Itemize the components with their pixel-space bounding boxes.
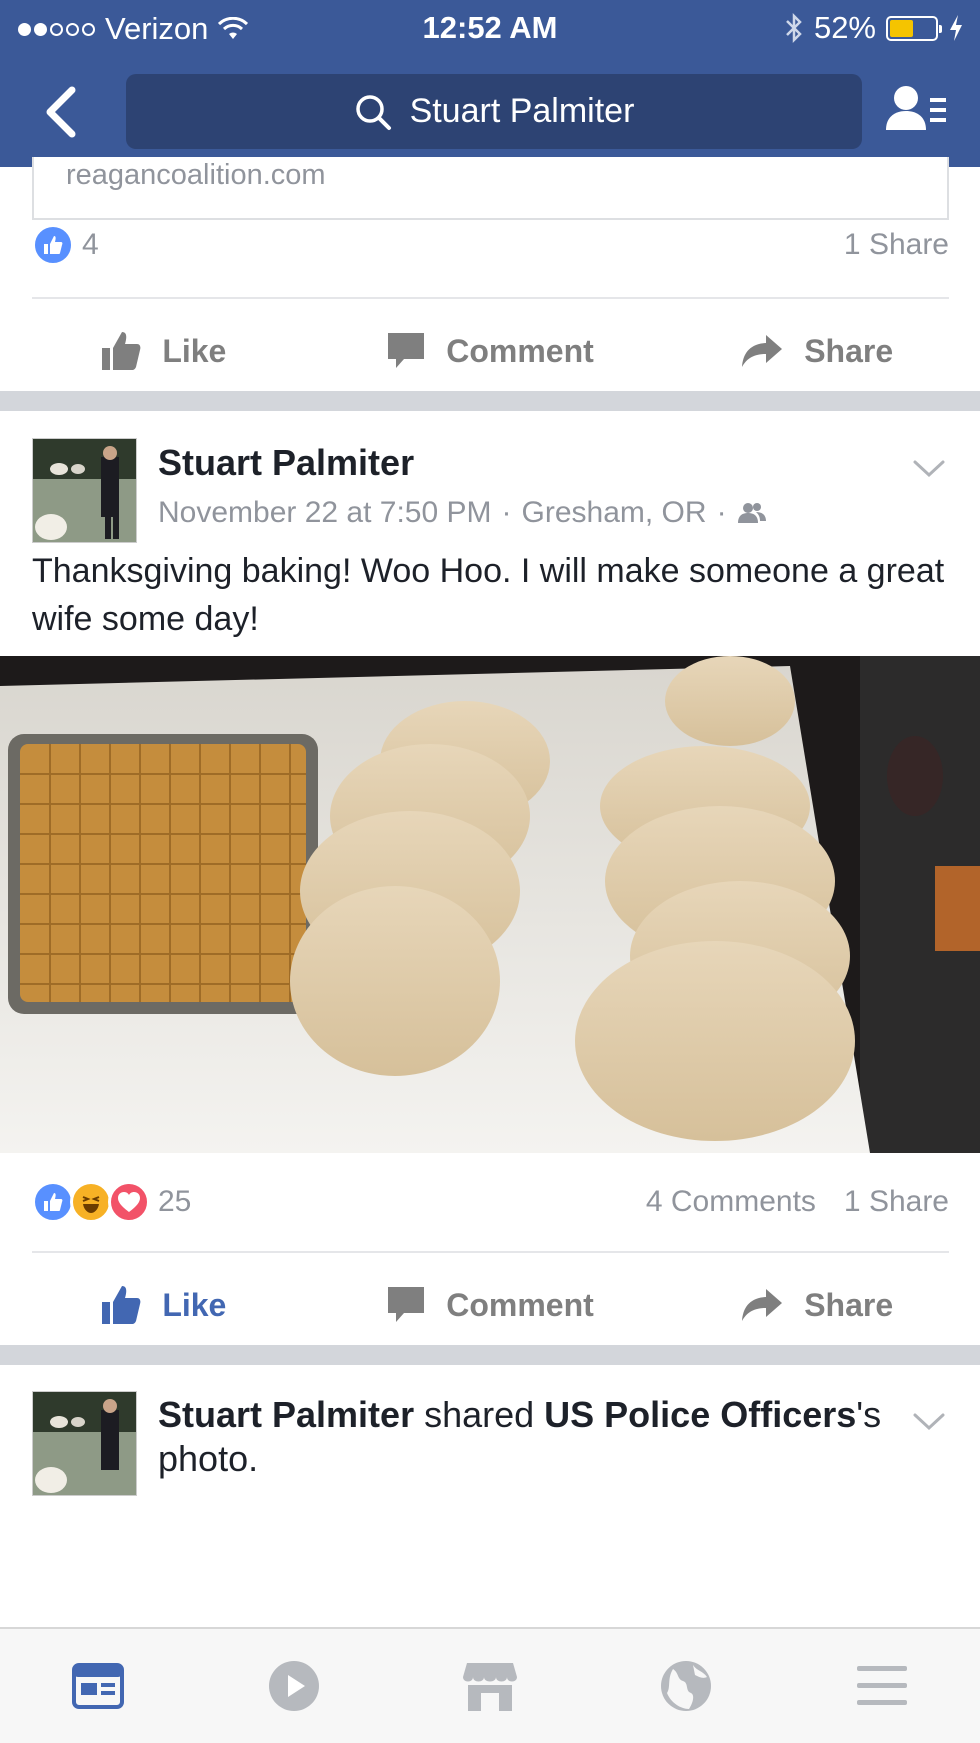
chevron-down-icon (913, 1413, 945, 1431)
post-options-button[interactable] (909, 1401, 949, 1441)
post-meta: November 22 at 7:50 PM · Gresham, OR · (158, 496, 767, 530)
post-author[interactable]: Stuart Palmiter (158, 442, 414, 484)
share-button[interactable]: Share (653, 1287, 980, 1324)
avatar[interactable] (32, 1391, 137, 1496)
tab-news-feed[interactable] (0, 1663, 196, 1709)
chevron-left-icon (46, 86, 76, 138)
like-button[interactable]: Like (0, 1284, 327, 1326)
post-photo[interactable] (0, 656, 980, 1153)
like-label: Like (162, 1286, 227, 1323)
post-actions: Like Comment Share (0, 1259, 980, 1351)
avatar[interactable] (32, 438, 137, 543)
status-bar: Verizon 12:52 AM 52% (0, 0, 980, 56)
shared-post-title: Stuart Palmiter shared US Police Officer… (158, 1393, 898, 1481)
marketplace-icon (463, 1663, 517, 1711)
share-label: Share (804, 332, 894, 369)
thumbs-up-icon (102, 332, 141, 370)
like-reaction-icon (32, 224, 74, 266)
post-separator (0, 1345, 980, 1365)
search-icon (355, 94, 391, 130)
share-arrow-icon (742, 335, 783, 367)
search-input[interactable]: Stuart Palmiter (126, 74, 862, 149)
battery-percent: 52% (813, 10, 876, 45)
like-label: Like (162, 332, 227, 369)
share-count[interactable]: 1 Share (844, 1185, 949, 1219)
post-stats: 25 4 Comments 1 Share (32, 1177, 949, 1227)
menu-icon (857, 1666, 907, 1705)
shared-verb: shared (414, 1394, 545, 1435)
charging-bolt-icon (950, 15, 962, 41)
person-list-icon (886, 86, 946, 130)
bluetooth-icon (786, 12, 802, 44)
like-count: 4 (82, 228, 99, 261)
tab-menu[interactable] (784, 1664, 980, 1708)
tab-video[interactable] (196, 1659, 392, 1713)
comment-icon (388, 333, 425, 368)
share-label: Share (804, 1286, 894, 1323)
comment-label: Comment (446, 332, 594, 369)
chevron-down-icon (913, 460, 945, 478)
post-date[interactable]: November 22 at 7:50 PM (158, 496, 492, 530)
post-separator (0, 391, 980, 411)
divider (32, 1251, 949, 1253)
post-options-button[interactable] (909, 448, 949, 488)
top-bar: Verizon 12:52 AM 52% Stuart Palmiter (0, 0, 980, 167)
friends-audience-icon (737, 503, 766, 523)
post-location[interactable]: Gresham, OR (522, 496, 707, 530)
back-button[interactable] (36, 82, 96, 142)
battery-icon (886, 15, 942, 41)
tab-marketplace[interactable] (392, 1659, 588, 1713)
like-button[interactable]: Like (0, 330, 327, 372)
meta-separator: · (716, 496, 727, 529)
nav-row: Stuart Palmiter (0, 74, 980, 150)
next-post-author[interactable]: Stuart Palmiter (158, 1394, 414, 1435)
haha-reaction-icon (70, 1181, 112, 1223)
link-preview-card[interactable]: reagancoalition.com (32, 157, 949, 220)
search-query: Stuart Palmiter (409, 92, 635, 130)
reaction-count: 25 (158, 1185, 192, 1218)
comment-label: Comment (446, 1286, 594, 1323)
news-feed-icon (72, 1663, 124, 1709)
share-count[interactable]: 1 Share (844, 228, 949, 262)
reaction-summary[interactable]: 25 (32, 1181, 191, 1223)
next-post-header: Stuart Palmiter shared US Police Officer… (32, 1391, 949, 1627)
previous-post-stats: 4 1 Share (32, 220, 949, 270)
notifications-globe-icon (661, 1661, 711, 1711)
comment-icon (388, 1287, 425, 1322)
meta-separator: · (501, 496, 512, 529)
comment-button[interactable]: Comment (327, 331, 654, 371)
like-reaction-icon (32, 1181, 74, 1223)
video-icon (269, 1661, 319, 1711)
thumbs-up-icon (102, 1286, 141, 1324)
divider (32, 297, 949, 299)
shared-object[interactable]: photo. (158, 1438, 258, 1479)
post-header: Stuart Palmiter November 22 at 7:50 PM ·… (32, 438, 949, 548)
bottom-tab-bar (0, 1627, 980, 1743)
love-reaction-icon (108, 1181, 150, 1223)
previous-post-actions: Like Comment Share (0, 305, 980, 397)
share-arrow-icon (742, 1289, 783, 1321)
share-button[interactable]: Share (653, 333, 980, 370)
comment-count[interactable]: 4 Comments (646, 1185, 816, 1219)
reaction-summary[interactable]: 4 (32, 224, 99, 266)
post-text: Thanksgiving baking! Woo Hoo. I will mak… (32, 552, 945, 638)
shared-page-name[interactable]: US Police Officers (544, 1394, 856, 1435)
possessive-suffix: 's (856, 1394, 882, 1435)
link-domain: reagancoalition.com (66, 159, 326, 191)
friend-list-button[interactable] (884, 80, 950, 144)
tab-notifications[interactable] (588, 1659, 784, 1713)
comment-button[interactable]: Comment (327, 1285, 654, 1325)
status-right: 52% (784, 10, 964, 46)
